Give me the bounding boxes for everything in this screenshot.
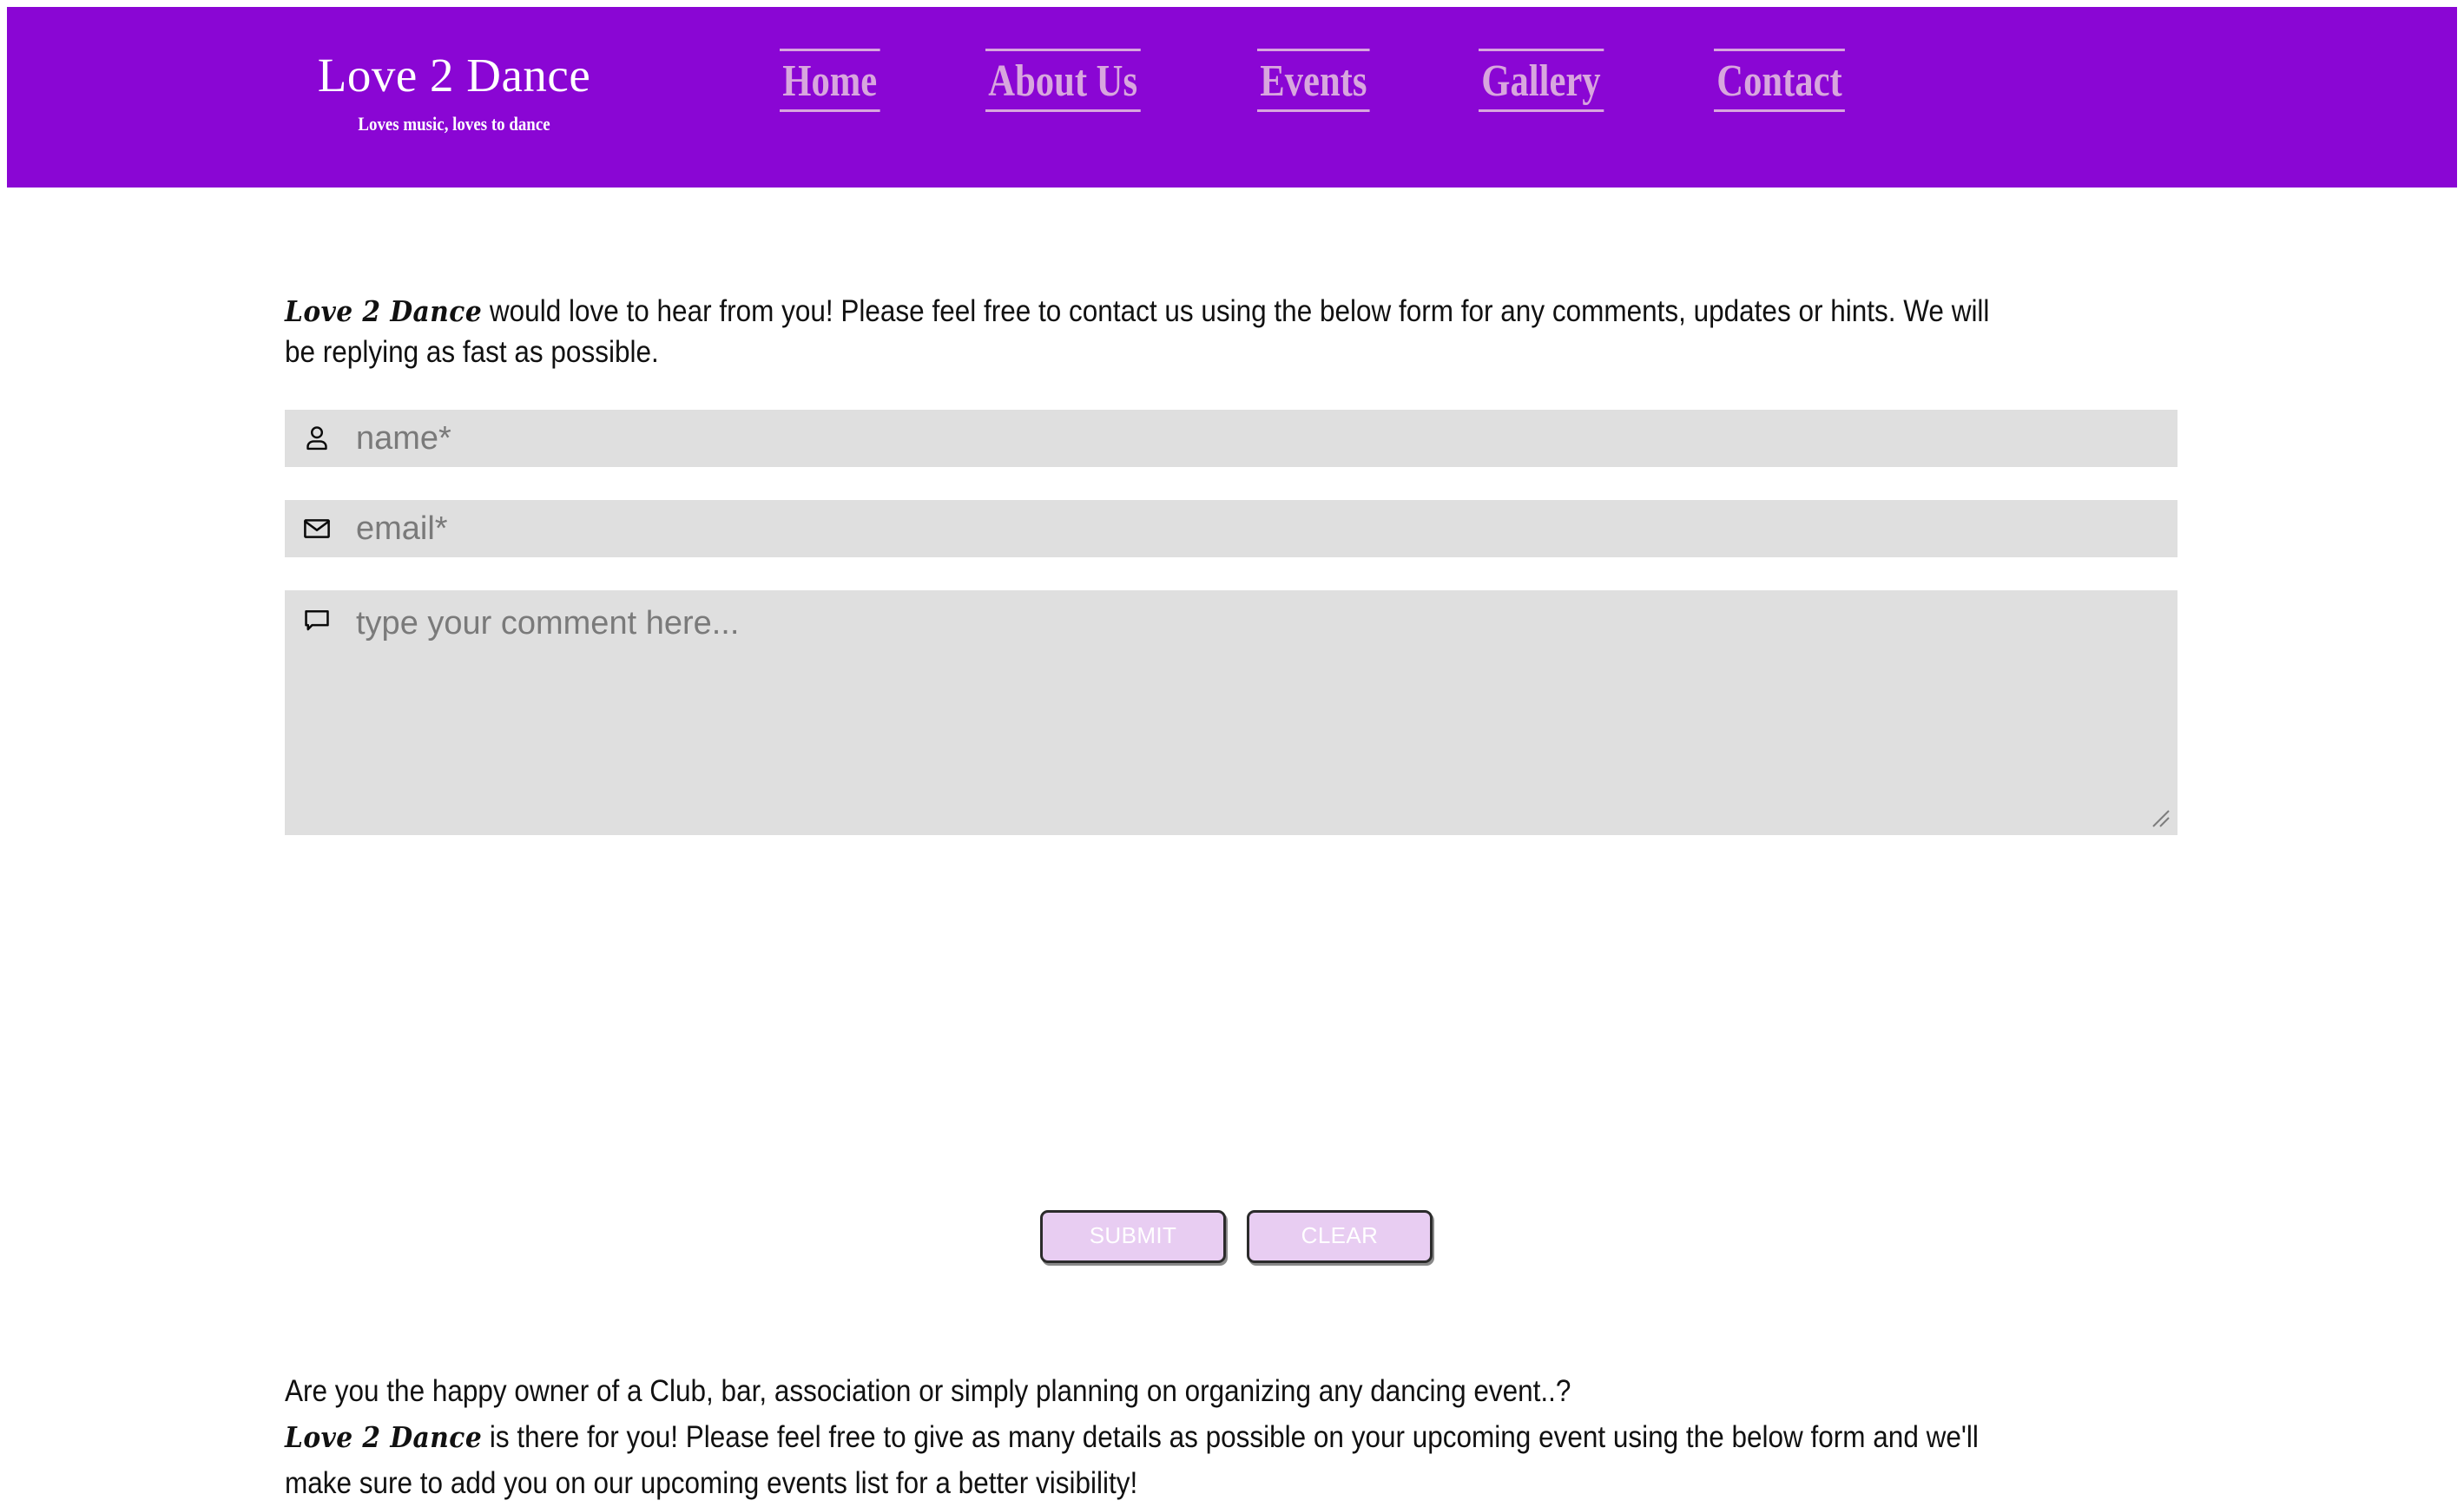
envelope-icon: [285, 513, 342, 544]
email-field-row[interactable]: [285, 500, 2177, 557]
comment-textarea[interactable]: [342, 590, 2177, 819]
comment-field-row[interactable]: [285, 590, 2177, 835]
person-icon: [285, 423, 342, 454]
nav-item-home[interactable]: Home: [780, 49, 880, 113]
main-nav: Home About Us Events Gallery Contact: [780, 49, 1874, 113]
brand-title: Love 2 Dance: [317, 49, 591, 102]
nav-item-gallery[interactable]: Gallery: [1478, 49, 1604, 113]
name-input[interactable]: [342, 410, 2177, 467]
contact-form: [285, 410, 2177, 835]
form-button-bar: SUBMIT CLEAR: [1040, 1210, 1433, 1263]
site-header: Love 2 Dance Loves music, loves to dance…: [7, 7, 2457, 188]
clear-button[interactable]: CLEAR: [1247, 1210, 1433, 1263]
nav-item-about-us[interactable]: About Us: [985, 49, 1141, 113]
outro-brand-word: Love 2 Dance: [285, 1420, 483, 1455]
speech-bubble-icon: [285, 590, 342, 635]
email-input[interactable]: [342, 500, 2177, 557]
brand-tagline: Loves music, loves to dance: [358, 112, 550, 135]
intro-text: would love to hear from you! Please feel…: [285, 294, 1990, 369]
intro-brand-word: Love 2 Dance: [285, 294, 483, 328]
outro-text: is there for you! Please feel free to gi…: [285, 1420, 1979, 1501]
brand-block: Love 2 Dance Loves music, loves to dance: [306, 50, 602, 135]
nav-item-contact[interactable]: Contact: [1714, 49, 1846, 113]
outro-line-2: Love 2 Dance is there for you! Please fe…: [285, 1414, 2043, 1506]
name-field-row[interactable]: [285, 410, 2177, 467]
outro-block: Are you the happy owner of a Club, bar, …: [285, 1368, 2043, 1507]
outro-line-1: Are you the happy owner of a Club, bar, …: [285, 1374, 1571, 1408]
submit-button[interactable]: SUBMIT: [1040, 1210, 1226, 1263]
intro-paragraph: Love 2 Dance would love to hear from you…: [285, 292, 2004, 373]
nav-item-events[interactable]: Events: [1257, 49, 1371, 113]
